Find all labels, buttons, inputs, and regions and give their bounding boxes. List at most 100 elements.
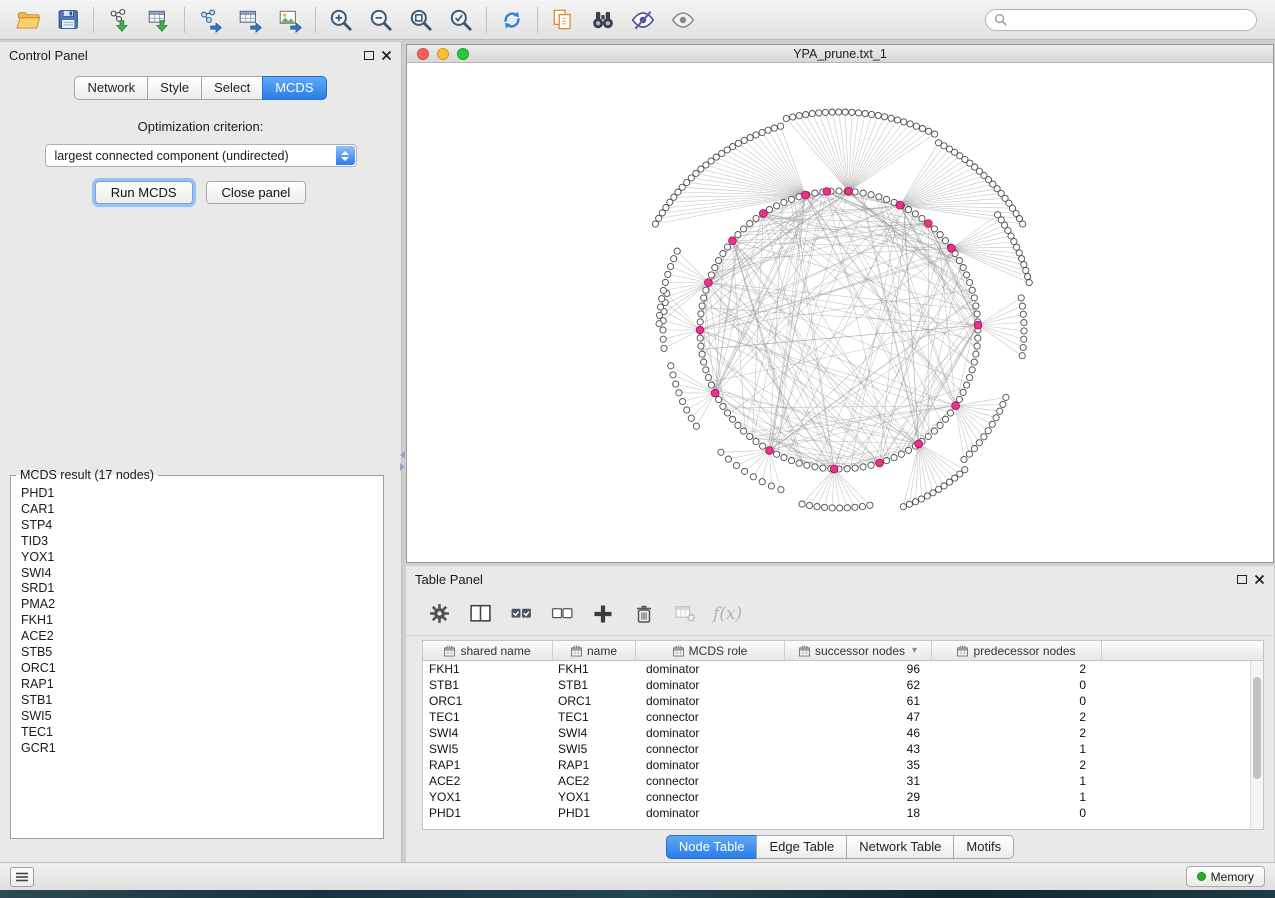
table-row[interactable]: ORC1ORC1dominator610 [423, 693, 1250, 709]
mcds-result-item[interactable]: PMA2 [21, 597, 383, 613]
cell-shared-name: SWI4 [423, 725, 553, 741]
mcds-result-item[interactable]: SWI5 [21, 709, 383, 725]
table-row[interactable]: RAP1RAP1dominator352 [423, 757, 1250, 773]
cell-predecessor-nodes: 1 [932, 773, 1102, 789]
column-header-mcds-role[interactable]: MCDS role [636, 641, 785, 660]
node-table-header: shared namenameMCDS rolesuccessor nodes▾… [423, 641, 1263, 661]
mcds-result-item[interactable]: STP4 [21, 518, 383, 534]
table-row[interactable]: ACE2ACE2connector311 [423, 773, 1250, 789]
table-row[interactable]: YOX1YOX1connector291 [423, 789, 1250, 805]
table-row[interactable]: FKH1FKH1dominator962 [423, 661, 1250, 677]
control-panel-title: Control Panel [9, 48, 364, 63]
search-network-icon[interactable] [583, 3, 623, 37]
mcds-result-item[interactable]: ACE2 [21, 629, 383, 645]
save-icon[interactable] [48, 3, 88, 37]
copy-network-icon[interactable] [543, 3, 583, 37]
close-panel-icon[interactable] [381, 50, 392, 61]
zoom-in-icon[interactable] [321, 3, 361, 37]
run-mcds-button[interactable]: Run MCDS [95, 181, 193, 204]
cell-name: TEC1 [553, 709, 636, 725]
toolbar-separator [184, 7, 185, 33]
tab-node-table[interactable]: Node Table [666, 835, 758, 859]
mcds-result-item[interactable]: CAR1 [21, 502, 383, 518]
show-panels-icon[interactable] [10, 867, 34, 887]
search-input[interactable] [1012, 13, 1248, 27]
tab-mcds[interactable]: MCDS [262, 76, 326, 100]
mcds-result-item[interactable]: TEC1 [21, 725, 383, 741]
deselect-all-checkboxes-icon[interactable] [549, 601, 575, 627]
workspace: Control Panel NetworkStyleSelectMCDS Opt… [0, 40, 1275, 862]
table-panel-title: Table Panel [415, 572, 1237, 587]
mcds-result-item[interactable]: PHD1 [21, 486, 383, 502]
cell-name: STB1 [553, 677, 636, 693]
column-header-shared-name[interactable]: shared name [423, 641, 553, 660]
cell-successor-nodes: 62 [785, 677, 932, 693]
column-header-successor-nodes[interactable]: successor nodes▾ [785, 641, 932, 660]
select-all-checkboxes-icon[interactable] [508, 601, 534, 627]
mcds-result-item[interactable]: STB1 [21, 693, 383, 709]
add-row-icon[interactable] [590, 601, 616, 627]
tab-select[interactable]: Select [201, 76, 263, 100]
mcds-result-item[interactable]: GCR1 [21, 741, 383, 757]
hide-annotations-icon[interactable] [623, 3, 663, 37]
refresh-icon[interactable] [492, 3, 532, 37]
zoom-selected-icon[interactable] [441, 3, 481, 37]
mcds-result-item[interactable]: ORC1 [21, 661, 383, 677]
tab-network[interactable]: Network [74, 76, 148, 100]
cell-successor-nodes: 46 [785, 725, 932, 741]
tab-network-table[interactable]: Network Table [846, 835, 954, 859]
show-columns-icon[interactable] [467, 601, 493, 627]
cell-mcds-role: connector [636, 773, 785, 789]
open-folder-icon[interactable] [8, 3, 48, 37]
search-field[interactable] [985, 9, 1257, 31]
import-network-icon[interactable] [99, 3, 139, 37]
export-table-icon[interactable] [230, 3, 270, 37]
memory-label: Memory [1211, 870, 1254, 884]
export-network-icon[interactable] [190, 3, 230, 37]
mcds-result-item[interactable]: SRD1 [21, 581, 383, 597]
mcds-result-item[interactable]: SWI4 [21, 566, 383, 582]
mcds-result-item[interactable]: TID3 [21, 534, 383, 550]
criterion-dropdown[interactable]: largest connected component (undirected) [45, 144, 357, 167]
mcds-result-item[interactable]: FKH1 [21, 613, 383, 629]
column-header-filler [1102, 641, 1263, 660]
cell-predecessor-nodes: 2 [932, 757, 1102, 773]
export-image-icon[interactable] [270, 3, 310, 37]
tab-style[interactable]: Style [147, 76, 202, 100]
table-scrollbar[interactable] [1250, 661, 1263, 829]
status-bar: Memory [0, 862, 1275, 890]
close-panel-button[interactable]: Close panel [206, 181, 307, 204]
tab-motifs[interactable]: Motifs [953, 835, 1014, 859]
float-table-panel-icon[interactable] [1237, 575, 1247, 584]
table-row[interactable]: SWI4SWI4dominator462 [423, 725, 1250, 741]
tab-edge-table[interactable]: Edge Table [756, 835, 847, 859]
close-table-panel-icon[interactable] [1254, 574, 1265, 585]
table-row[interactable]: TEC1TEC1connector472 [423, 709, 1250, 725]
table-row[interactable]: STB1STB1dominator620 [423, 677, 1250, 693]
table-row[interactable]: PHD1PHD1dominator180 [423, 805, 1250, 821]
column-header-name[interactable]: name [553, 641, 636, 660]
table-row[interactable]: SWI5SWI5connector431 [423, 741, 1250, 757]
control-panel-header: Control Panel [0, 42, 401, 68]
table-settings-gear-icon[interactable] [426, 601, 452, 627]
network-window: YPA_prune.txt_1 [406, 44, 1274, 563]
mcds-result-item[interactable]: YOX1 [21, 550, 383, 566]
scrollbar-thumb[interactable] [1253, 677, 1261, 779]
float-panel-icon[interactable] [364, 51, 374, 60]
network-window-titlebar[interactable]: YPA_prune.txt_1 [407, 45, 1273, 63]
mcds-result-item[interactable]: STB5 [21, 645, 383, 661]
cell-predecessor-nodes: 0 [932, 693, 1102, 709]
function-builder-button[interactable]: f(x) [713, 604, 742, 624]
zoom-out-icon[interactable] [361, 3, 401, 37]
show-graphics-details-icon[interactable] [663, 3, 703, 37]
column-header-predecessor-nodes[interactable]: predecessor nodes [932, 641, 1102, 660]
cell-mcds-role: dominator [636, 677, 785, 693]
import-table-icon[interactable] [139, 3, 179, 37]
network-area: YPA_prune.txt_1 Table Panel [405, 42, 1275, 862]
mcds-result-item[interactable]: RAP1 [21, 677, 383, 693]
memory-button[interactable]: Memory [1186, 866, 1265, 887]
delete-row-icon[interactable] [631, 601, 657, 627]
table-panel: Table Panel [406, 566, 1274, 862]
zoom-fit-icon[interactable] [401, 3, 441, 37]
network-canvas[interactable] [407, 63, 1273, 562]
